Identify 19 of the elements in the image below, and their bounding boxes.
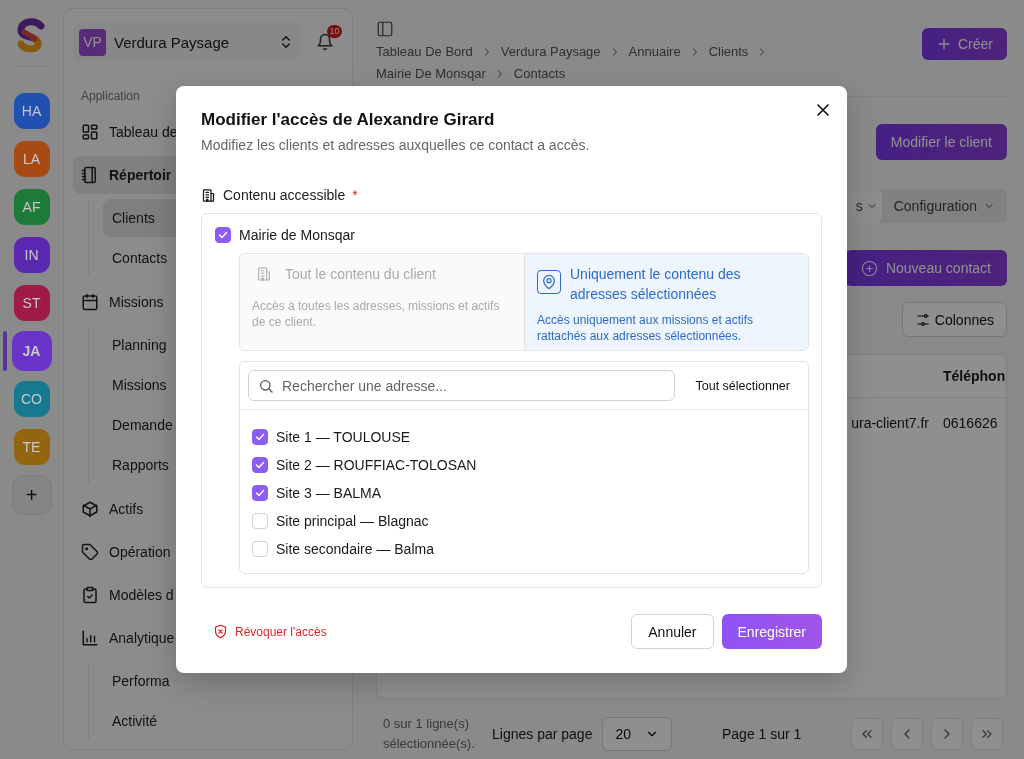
page-info: Page 1 sur 1 [722,726,802,742]
address-label: Site 2 — ROUFFIAC-TOLOSAN [276,457,477,473]
address-label: Site 3 — BALMA [276,485,382,501]
table-cell-text: 0616626 [943,415,999,431]
field-label: Contenu accessible [223,187,346,203]
client-name: Mairie de Monsqar [239,227,355,243]
table-cell-text: ura-client7.fr [850,415,930,431]
address-label: Site 1 — TOULOUSE [276,429,411,445]
dialog-title: Modifier l'accès de Alexandre Girard [201,109,496,131]
required-mark: * [352,187,358,203]
selection-count: 0 sur 1 ligne(s) sélectionnée(s). [383,715,476,753]
address-label: Site secondaire — Balma [276,541,434,557]
column-header: Téléphon [943,368,1006,384]
notification-count: 10 [327,25,342,38]
dialog-description: Modifiez les clients et adresses auxquelles ce contact a accès. [201,136,591,154]
workspace-avatar: VP [79,28,106,56]
section-label: Application [81,89,141,103]
address-label: Site principal — Blagnac [276,513,429,529]
rows-per-page-label: Lignes par page [492,726,593,742]
